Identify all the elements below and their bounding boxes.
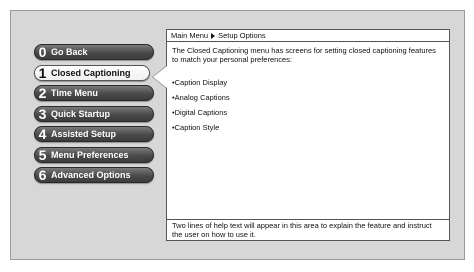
menu-item-label: Time Menu bbox=[51, 88, 98, 98]
menu-item-time-menu[interactable]: 2 Time Menu bbox=[34, 85, 154, 101]
breadcrumb-parent: Main Menu bbox=[171, 31, 209, 40]
menu-item-label: Quick Startup bbox=[51, 108, 111, 119]
option-item: •Digital Captions bbox=[172, 108, 228, 117]
menu-item-number: 4 bbox=[38, 126, 47, 142]
option-item: •Caption Style bbox=[172, 123, 220, 132]
menu-item-go-back[interactable]: 0 Go Back bbox=[34, 44, 154, 60]
menu-item-number: 0 bbox=[38, 44, 47, 60]
selection-pointer bbox=[153, 66, 167, 88]
menu-item-menu-preferences[interactable]: 5 Menu Preferences bbox=[34, 146, 154, 163]
menu-item-assisted-setup[interactable]: 4 Assisted Setup bbox=[34, 126, 154, 142]
menu-item-label: Menu Preferences bbox=[51, 149, 129, 160]
option-item: •Analog Captions bbox=[172, 93, 230, 102]
tv-setup-screen: 0 Go Back 1 Closed Captioning 2 Time Men… bbox=[0, 0, 474, 272]
menu-item-closed-captioning[interactable]: 1 Closed Captioning bbox=[34, 64, 150, 81]
menu-item-advanced-options[interactable]: 6 Advanced Options bbox=[34, 167, 154, 183]
breadcrumb: Main Menu Setup Options bbox=[167, 30, 449, 42]
breadcrumb-current: Setup Options bbox=[218, 31, 266, 40]
menu-item-label: Advanced Options bbox=[51, 170, 131, 180]
menu-item-number: 2 bbox=[38, 85, 47, 101]
menu-item-label: Assisted Setup bbox=[51, 129, 117, 139]
menu-item-number: 3 bbox=[38, 105, 47, 122]
menu-item-number: 6 bbox=[38, 167, 47, 183]
help-text: Two lines of help text will appear in th… bbox=[167, 219, 449, 240]
menu-item-label: Go Back bbox=[51, 47, 88, 57]
menu-item-number: 1 bbox=[38, 64, 47, 81]
menu-description: The Closed Captioning menu has screens f… bbox=[172, 46, 436, 64]
content-panel: Main Menu Setup Options The Closed Capti… bbox=[166, 29, 450, 241]
setup-options-menu: 0 Go Back 1 Closed Captioning 2 Time Men… bbox=[34, 44, 154, 188]
option-list: •Caption Display •Analog Captions •Digit… bbox=[167, 78, 449, 132]
menu-item-quick-startup[interactable]: 3 Quick Startup bbox=[34, 105, 154, 122]
option-item: •Caption Display bbox=[172, 78, 228, 87]
menu-item-number: 5 bbox=[38, 146, 47, 163]
menu-item-label: Closed Captioning bbox=[51, 67, 131, 78]
breadcrumb-arrow-icon bbox=[211, 32, 216, 39]
